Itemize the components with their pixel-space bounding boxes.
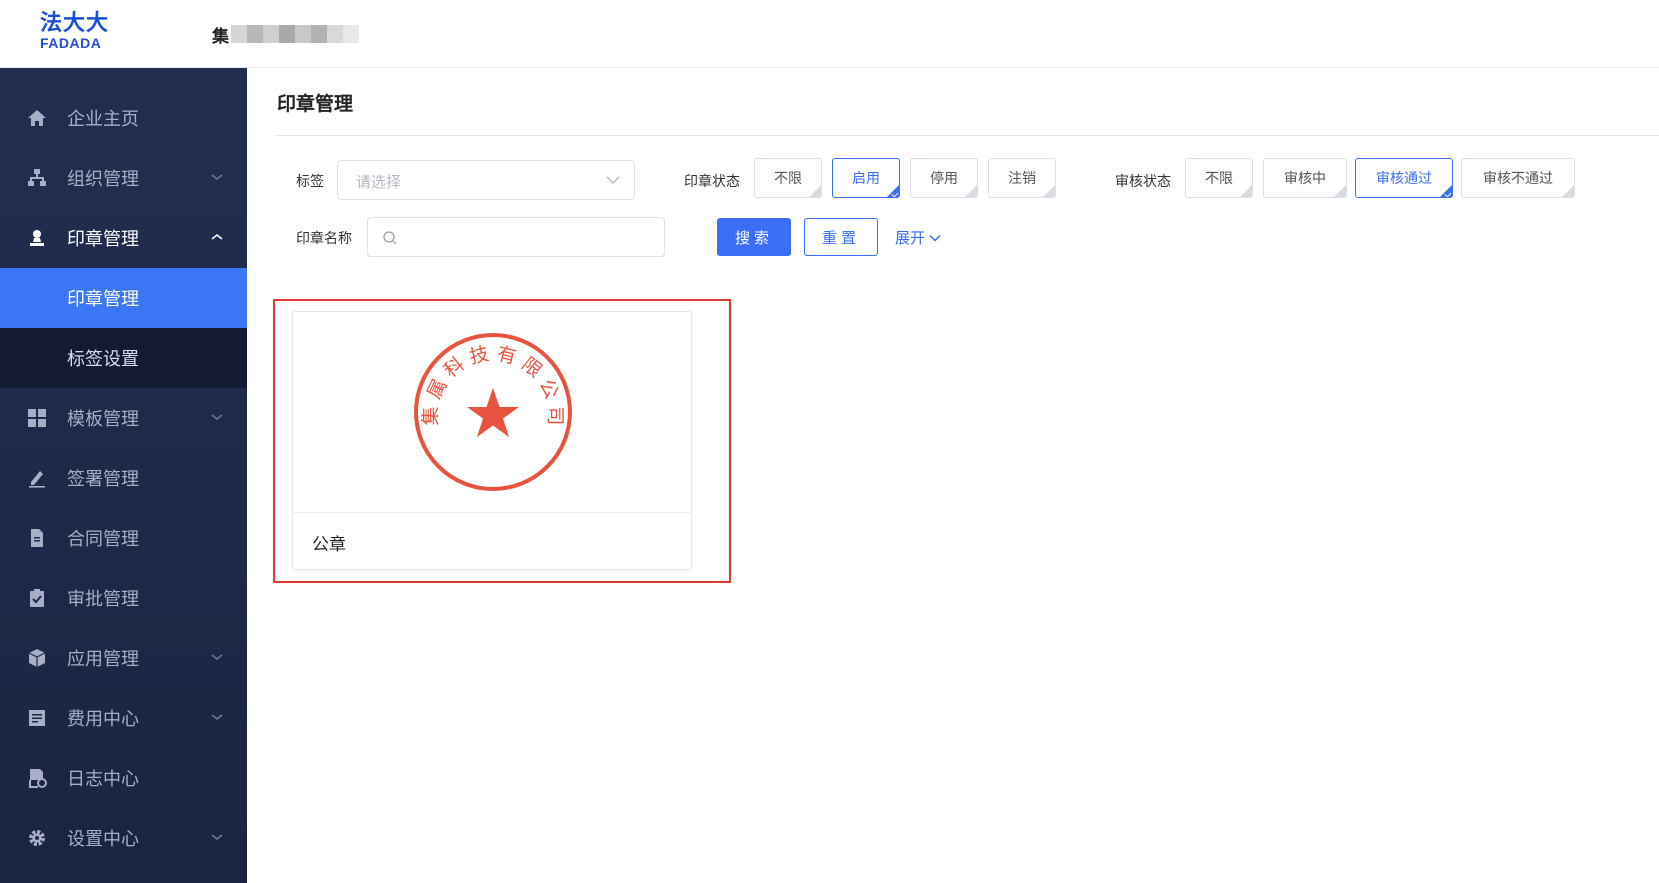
log-icon <box>29 769 47 788</box>
pen-icon <box>29 471 45 488</box>
fadada-logo[interactable]: 法大大 FADADA <box>40 12 120 52</box>
option-corner <box>1334 185 1346 197</box>
option-corner <box>965 185 977 197</box>
top-bar: 法大大 FADADA 集 <box>0 0 1659 68</box>
chevron-down-icon <box>211 414 223 420</box>
option-label: 审核通过 <box>1376 171 1432 187</box>
chevron-down-icon <box>211 714 223 720</box>
seal-card[interactable]: 集 属 科 技 有 限 公 司 公章 <box>292 311 692 570</box>
main-content: 印章管理 标签 请选择 印章状态 不限 启用 停用 注销 审核状态 不限 审核中… <box>247 68 1659 883</box>
cube-icon <box>28 649 46 667</box>
sidebar-item-label: 设置中心 <box>67 829 139 850</box>
chevron-up-icon <box>211 234 223 240</box>
sidebar-item-approval[interactable]: 审批管理 <box>0 568 247 628</box>
sidebar: 企业主页 组织管理 印章管理 印章管理 标签设置 模板管理 签署管理 合同管理 … <box>0 68 247 883</box>
sidebar-item-label: 企业主页 <box>67 109 139 130</box>
option-corner <box>1240 185 1252 197</box>
company-first-char: 集 <box>212 26 229 47</box>
sidebar-item-label: 模板管理 <box>67 409 139 430</box>
tag-select[interactable]: 请选择 <box>337 160 635 200</box>
sidebar-item-seal[interactable]: 印章管理 <box>0 208 247 268</box>
sidebar-item-billing[interactable]: 费用中心 <box>0 688 247 748</box>
home-icon <box>28 110 46 126</box>
seal-status-option-any[interactable]: 不限 <box>754 158 822 198</box>
sidebar-item-home[interactable]: 企业主页 <box>0 88 247 148</box>
sidebar-subitem-seal-manage[interactable]: 印章管理 <box>0 268 247 328</box>
tag-filter-label: 标签 <box>296 174 324 190</box>
org-icon <box>28 169 46 186</box>
option-label: 停用 <box>930 171 958 187</box>
star-icon <box>467 388 519 437</box>
chevron-down-icon <box>211 174 223 180</box>
chevron-down-icon <box>929 234 941 242</box>
sidebar-item-logs[interactable]: 日志中心 <box>0 748 247 808</box>
review-status-option-pending[interactable]: 审核中 <box>1263 158 1347 198</box>
seal-image-area: 集 属 科 技 有 限 公 司 <box>293 312 691 513</box>
grid-icon <box>28 409 46 427</box>
sidebar-item-label: 日志中心 <box>67 769 139 790</box>
sidebar-item-contract[interactable]: 合同管理 <box>0 508 247 568</box>
search-icon <box>383 231 397 245</box>
tag-select-placeholder: 请选择 <box>356 173 402 191</box>
option-label: 不限 <box>774 171 802 187</box>
review-status-option-rejected[interactable]: 审核不通过 <box>1461 158 1575 198</box>
document-icon <box>31 529 43 547</box>
sidebar-item-label: 印章管理 <box>67 229 139 250</box>
sidebar-item-label: 标签设置 <box>67 349 139 370</box>
search-button[interactable]: 搜索 <box>717 218 791 256</box>
seal-card-title: 公章 <box>312 535 346 555</box>
option-label: 启用 <box>852 171 880 187</box>
gear-icon <box>29 830 45 846</box>
company-name-blurred <box>231 25 359 43</box>
expand-label: 展开 <box>895 229 926 247</box>
sidebar-item-label: 签署管理 <box>67 469 139 490</box>
review-status-option-any[interactable]: 不限 <box>1185 158 1253 198</box>
seal-status-option-disabled[interactable]: 停用 <box>910 158 978 198</box>
review-status-option-approved[interactable]: 审核通过 <box>1355 158 1453 198</box>
reset-button[interactable]: 重置 <box>804 218 878 256</box>
seal-name-input[interactable] <box>404 226 654 248</box>
sidebar-item-apps[interactable]: 应用管理 <box>0 628 247 688</box>
company-name[interactable]: 集 <box>212 22 359 47</box>
company-seal-image: 集 属 科 技 有 限 公 司 <box>414 333 572 491</box>
sidebar-item-label: 费用中心 <box>67 709 139 730</box>
option-corner <box>809 185 821 197</box>
sidebar-item-label: 组织管理 <box>67 169 139 190</box>
chevron-down-icon <box>211 834 223 840</box>
chevron-down-icon <box>211 654 223 660</box>
sidebar-subitem-tag-settings[interactable]: 标签设置 <box>0 328 247 388</box>
chevron-down-icon <box>606 176 620 184</box>
seal-user-icon <box>30 230 44 246</box>
page-title: 印章管理 <box>277 93 354 115</box>
receipt-icon <box>29 710 45 726</box>
sidebar-item-label: 合同管理 <box>67 529 139 550</box>
logo-cn: 法大大 <box>40 11 110 36</box>
review-status-label: 审核状态 <box>1115 174 1171 190</box>
option-corner <box>1562 185 1574 197</box>
logo-en: FADADA <box>40 35 102 51</box>
option-label: 不限 <box>1205 171 1233 187</box>
option-label: 审核中 <box>1284 171 1326 187</box>
seal-status-option-revoked[interactable]: 注销 <box>988 158 1056 198</box>
title-divider <box>275 135 1659 136</box>
sidebar-item-label: 应用管理 <box>67 649 139 670</box>
sidebar-item-label: 印章管理 <box>67 289 139 310</box>
seal-name-input-wrapper[interactable] <box>367 217 665 257</box>
seal-status-label: 印章状态 <box>684 174 740 190</box>
option-corner <box>1043 185 1055 197</box>
sidebar-item-org[interactable]: 组织管理 <box>0 148 247 208</box>
expand-filters-link[interactable]: 展开 <box>895 227 941 248</box>
sidebar-item-template[interactable]: 模板管理 <box>0 388 247 448</box>
option-label: 注销 <box>1008 171 1036 187</box>
sidebar-item-signing[interactable]: 签署管理 <box>0 448 247 508</box>
option-label: 审核不通过 <box>1483 171 1553 187</box>
seal-status-option-enabled[interactable]: 启用 <box>832 158 900 198</box>
seal-name-label: 印章名称 <box>296 231 352 247</box>
clipboard-check-icon <box>30 589 44 607</box>
sidebar-item-settings[interactable]: 设置中心 <box>0 808 247 868</box>
sidebar-item-label: 审批管理 <box>67 589 139 610</box>
